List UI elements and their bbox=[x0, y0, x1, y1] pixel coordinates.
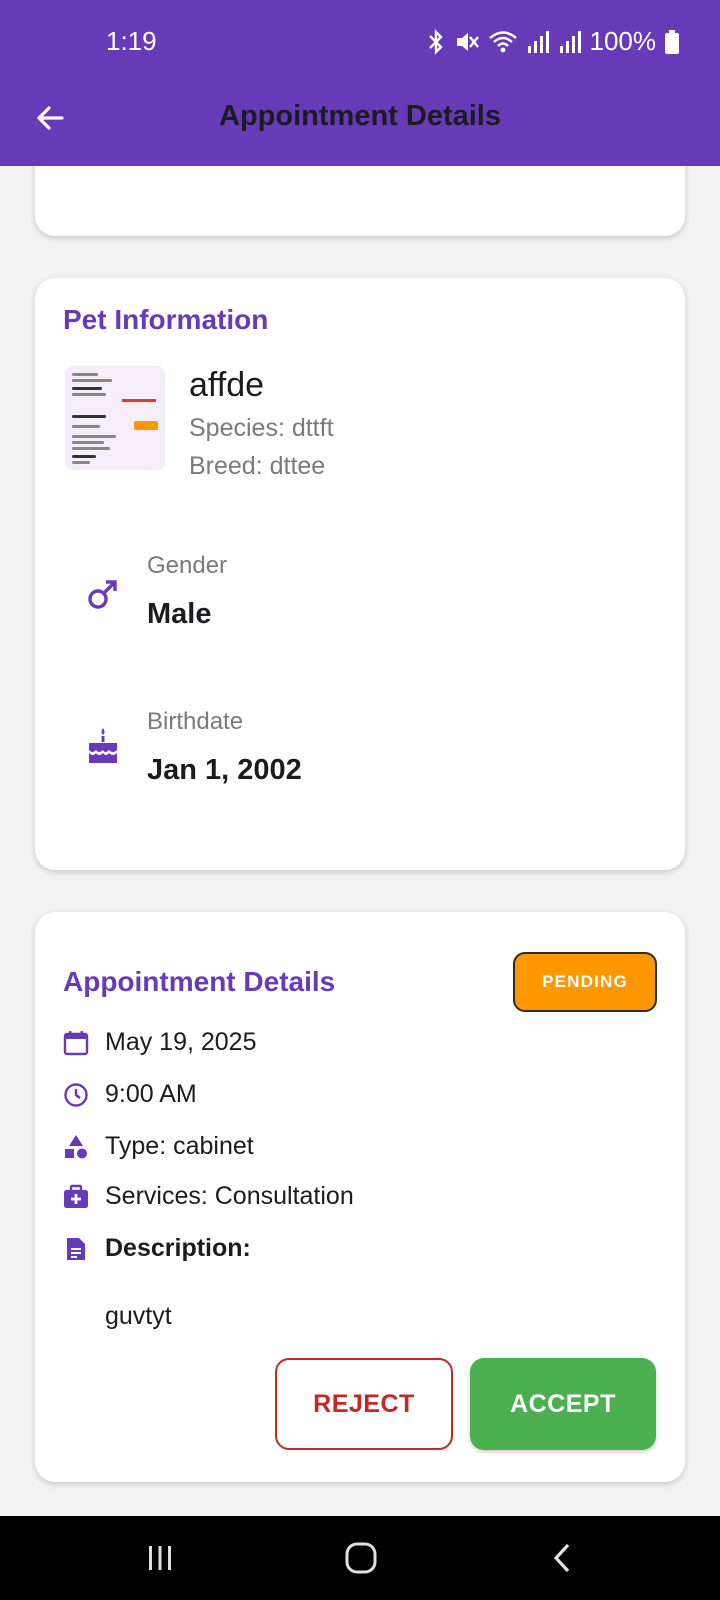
appointment-details-card: Appointment Details PENDING May 19, 2025… bbox=[35, 912, 685, 1482]
battery-percent: 100% bbox=[589, 26, 657, 56]
appointment-time: 9:00 AM bbox=[105, 1080, 197, 1108]
bluetooth-icon bbox=[428, 28, 443, 55]
appointment-services: Services: Consultation bbox=[105, 1182, 354, 1210]
appointment-type: Type: cabinet bbox=[105, 1132, 254, 1160]
category-icon bbox=[63, 1134, 89, 1160]
birthdate-label: Birthdate bbox=[147, 708, 244, 735]
description-value: guvtyt bbox=[105, 1302, 172, 1330]
description-label: Description: bbox=[105, 1234, 251, 1262]
pet-image[interactable] bbox=[65, 366, 165, 470]
pet-species: Species: dttft bbox=[189, 414, 334, 442]
chevron-left-icon bbox=[553, 1543, 570, 1573]
services-row: Services: Consultation bbox=[63, 1182, 354, 1211]
cake-icon bbox=[83, 726, 123, 766]
appointment-title: Appointment Details bbox=[63, 966, 336, 997]
app-bar: 1:19 100% Appointment Details bbox=[0, 0, 720, 166]
document-icon bbox=[63, 1236, 89, 1262]
system-nav-bar bbox=[0, 1516, 720, 1600]
recent-apps-icon bbox=[149, 1546, 171, 1570]
status-bar: 1:19 100% bbox=[0, 0, 720, 88]
time-row: 9:00 AM bbox=[63, 1080, 197, 1109]
date-row: May 19, 2025 bbox=[63, 1028, 257, 1057]
recent-apps-button[interactable] bbox=[120, 1516, 200, 1600]
reject-button[interactable]: REJECT bbox=[275, 1358, 453, 1450]
male-icon bbox=[83, 574, 123, 614]
clock-icon bbox=[63, 1082, 89, 1108]
medical-bag-icon bbox=[63, 1184, 89, 1210]
status-icons: 100% bbox=[426, 26, 681, 57]
home-icon bbox=[345, 1542, 377, 1574]
accept-button[interactable]: ACCEPT bbox=[470, 1358, 656, 1450]
wifi-icon bbox=[488, 30, 517, 52]
home-button[interactable] bbox=[321, 1516, 401, 1600]
gender-value: Male bbox=[147, 598, 212, 630]
page-title: Appointment Details bbox=[219, 100, 501, 132]
pet-information-card: Pet Information affde Species: dttft Bre… bbox=[35, 278, 685, 870]
status-badge: PENDING bbox=[513, 952, 657, 1012]
status-time: 1:19 bbox=[106, 26, 157, 56]
signal-icon-2 bbox=[559, 30, 581, 53]
back-nav-button[interactable] bbox=[522, 1516, 602, 1600]
pet-info-title: Pet Information bbox=[63, 304, 269, 335]
type-row: Type: cabinet bbox=[63, 1132, 254, 1161]
signal-icon bbox=[527, 30, 549, 53]
mute-icon bbox=[456, 32, 479, 51]
appointment-date: May 19, 2025 bbox=[105, 1028, 257, 1056]
battery-icon bbox=[665, 29, 679, 54]
pet-breed: Breed: dttee bbox=[189, 452, 326, 480]
calendar-icon bbox=[63, 1030, 89, 1056]
description-row: Description: bbox=[63, 1234, 251, 1263]
pet-name: affde bbox=[189, 366, 265, 404]
birthdate-value: Jan 1, 2002 bbox=[147, 754, 302, 786]
gender-label: Gender bbox=[147, 552, 228, 579]
